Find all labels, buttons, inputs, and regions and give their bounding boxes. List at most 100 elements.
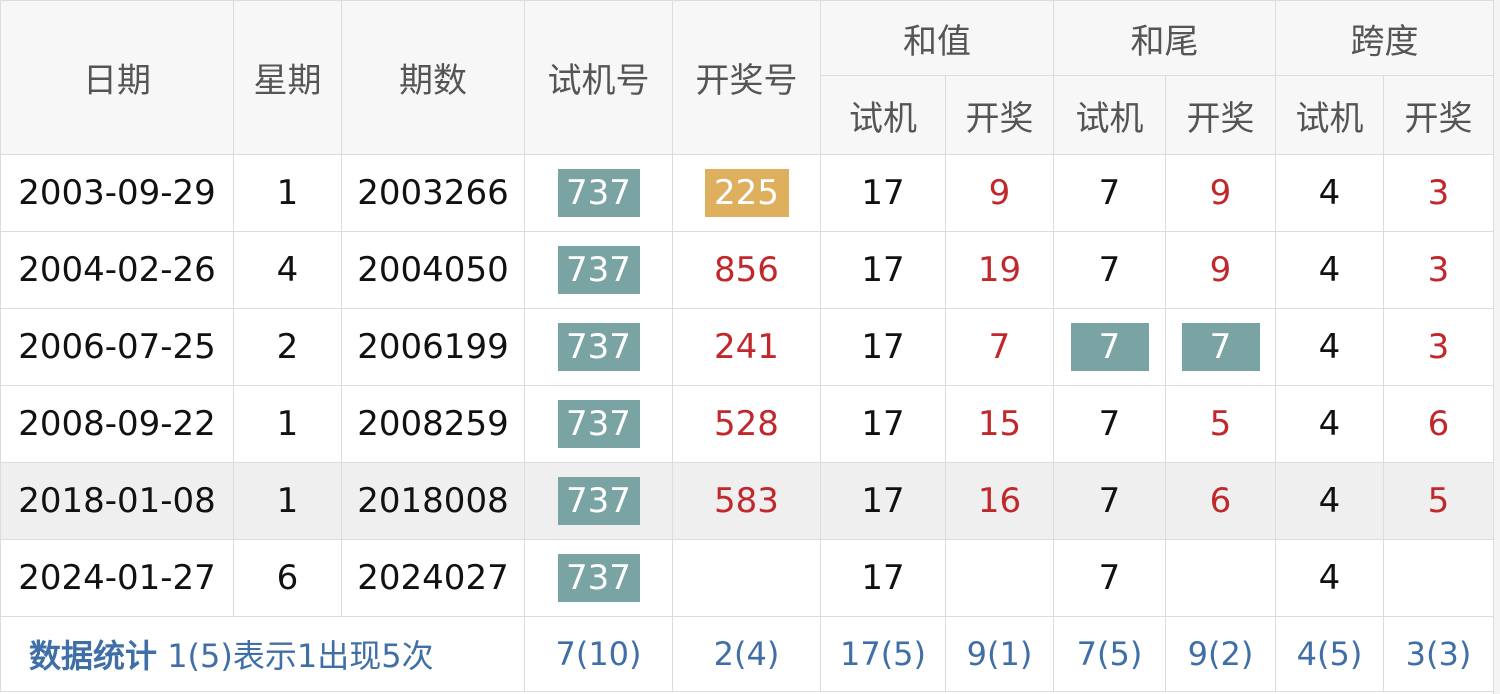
- cell-span-draw: 3: [1383, 154, 1494, 232]
- cell-test: 737: [524, 154, 673, 232]
- stats-span-test: 4(5): [1275, 616, 1384, 692]
- cell-test: 737: [524, 231, 673, 309]
- cell-span-draw: [1383, 539, 1494, 617]
- table-row: 2006-07-25 2 2006199 737 241 17 7 7 7 4 …: [0, 308, 1494, 386]
- table-row: 2018-01-08 1 2018008 737 583 17 16 7 6 4…: [0, 462, 1494, 540]
- cell-weekday: 1: [233, 462, 342, 540]
- cell-tail-test: 7: [1053, 462, 1166, 540]
- cell-span-draw: 3: [1383, 308, 1494, 386]
- cell-date: 2008-09-22: [0, 385, 234, 463]
- test-number-badge: 737: [557, 400, 640, 448]
- cell-date: 2003-09-29: [0, 154, 234, 232]
- cell-sum-draw: 9: [945, 154, 1054, 232]
- header-sum-test: 试机: [820, 75, 946, 155]
- table-row: 2008-09-22 1 2008259 737 528 17 15 7 5 4…: [0, 385, 1494, 463]
- cell-tail-test: 7: [1053, 308, 1166, 386]
- stats-tail-draw: 9(2): [1165, 616, 1276, 692]
- cell-issue: 2006199: [341, 308, 525, 386]
- cell-issue: 2004050: [341, 231, 525, 309]
- cell-issue: 2018008: [341, 462, 525, 540]
- stats-label-cell: 数据统计 1(5)表示1出现5次: [0, 616, 525, 692]
- cell-span-test: 4: [1275, 308, 1384, 386]
- cell-sum-draw: 15: [945, 385, 1054, 463]
- table-row: 2004-02-26 4 2004050 737 856 17 19 7 9 4…: [0, 231, 1494, 309]
- cell-tail-draw: 9: [1165, 154, 1276, 232]
- cell-issue: 2008259: [341, 385, 525, 463]
- cell-sum-test: 17: [820, 539, 946, 617]
- test-number-badge: 737: [557, 169, 640, 217]
- header-weekday: 星期: [233, 0, 342, 155]
- cell-draw: 225: [672, 154, 821, 232]
- cell-span-test: 4: [1275, 539, 1384, 617]
- cell-tail-test: 7: [1053, 539, 1166, 617]
- cell-draw: 241: [672, 308, 821, 386]
- stats-legend-note: 1(5)表示1出现5次: [167, 637, 434, 675]
- cell-weekday: 1: [233, 154, 342, 232]
- cell-span-draw: 5: [1383, 462, 1494, 540]
- header-date: 日期: [0, 0, 234, 155]
- cell-test: 737: [524, 385, 673, 463]
- stats-tail-test: 7(5): [1053, 616, 1166, 692]
- cell-test: 737: [524, 308, 673, 386]
- cell-sum-test: 17: [820, 462, 946, 540]
- lottery-history-table: 日期 星期 期数 试机号 开奖号 和值 和尾 跨度 试机 开奖 试机 开奖 试机…: [0, 0, 1494, 692]
- cell-sum-draw: [945, 539, 1054, 617]
- test-number-badge: 737: [557, 246, 640, 294]
- cell-weekday: 1: [233, 385, 342, 463]
- cell-tail-test: 7: [1053, 154, 1166, 232]
- test-number-badge: 737: [557, 554, 640, 602]
- cell-sum-draw: 16: [945, 462, 1054, 540]
- stats-draw: 2(4): [672, 616, 821, 692]
- cell-draw: 856: [672, 231, 821, 309]
- cell-weekday: 6: [233, 539, 342, 617]
- stats-span-draw: 3(3): [1383, 616, 1494, 692]
- header-tail-test: 试机: [1053, 75, 1166, 155]
- cell-span-test: 4: [1275, 231, 1384, 309]
- cell-tail-draw: [1165, 539, 1276, 617]
- stats-sum-test: 17(5): [820, 616, 946, 692]
- stats-row: 数据统计 1(5)表示1出现5次 7(10) 2(4) 17(5) 9(1) 7…: [0, 616, 1494, 692]
- header-row-top: 日期 星期 期数 试机号 开奖号 和值 和尾 跨度: [0, 0, 1494, 155]
- cell-sum-test: 17: [820, 385, 946, 463]
- cell-date: 2006-07-25: [0, 308, 234, 386]
- header-draw-number: 开奖号: [672, 0, 821, 155]
- stats-sum-draw: 9(1): [945, 616, 1054, 692]
- cell-draw: 583: [672, 462, 821, 540]
- cell-tail-test: 7: [1053, 231, 1166, 309]
- cell-span-test: 4: [1275, 462, 1384, 540]
- cell-tail-draw: 7: [1165, 308, 1276, 386]
- header-sum-draw: 开奖: [945, 75, 1054, 155]
- cell-test: 737: [524, 539, 673, 617]
- test-number-badge: 737: [557, 323, 640, 371]
- cell-sum-draw: 7: [945, 308, 1054, 386]
- header-span: 跨度: [1275, 0, 1494, 76]
- cell-span-test: 4: [1275, 385, 1384, 463]
- header-span-draw: 开奖: [1383, 75, 1494, 155]
- stats-test: 7(10): [524, 616, 673, 692]
- cell-weekday: 4: [233, 231, 342, 309]
- cell-weekday: 2: [233, 308, 342, 386]
- cell-issue: 2024027: [341, 539, 525, 617]
- cell-tail-draw: 9: [1165, 231, 1276, 309]
- draw-number-badge: 225: [704, 169, 789, 217]
- cell-date: 2024-01-27: [0, 539, 234, 617]
- cell-draw: 528: [672, 385, 821, 463]
- header-sum-tail: 和尾: [1053, 0, 1276, 76]
- tail-match-badge: 7: [1181, 323, 1260, 371]
- header-test-number: 试机号: [524, 0, 673, 155]
- stats-title: 数据统计: [29, 637, 158, 675]
- cell-span-test: 4: [1275, 154, 1384, 232]
- header-sum: 和值: [820, 0, 1054, 76]
- cell-span-draw: 3: [1383, 231, 1494, 309]
- cell-sum-test: 17: [820, 308, 946, 386]
- header-span-test: 试机: [1275, 75, 1384, 155]
- header-issue: 期数: [341, 0, 525, 155]
- test-number-badge: 737: [557, 477, 640, 525]
- cell-tail-draw: 5: [1165, 385, 1276, 463]
- cell-sum-test: 17: [820, 154, 946, 232]
- cell-tail-draw: 6: [1165, 462, 1276, 540]
- cell-draw: [672, 539, 821, 617]
- tail-match-badge: 7: [1070, 323, 1149, 371]
- cell-test: 737: [524, 462, 673, 540]
- header-tail-draw: 开奖: [1165, 75, 1276, 155]
